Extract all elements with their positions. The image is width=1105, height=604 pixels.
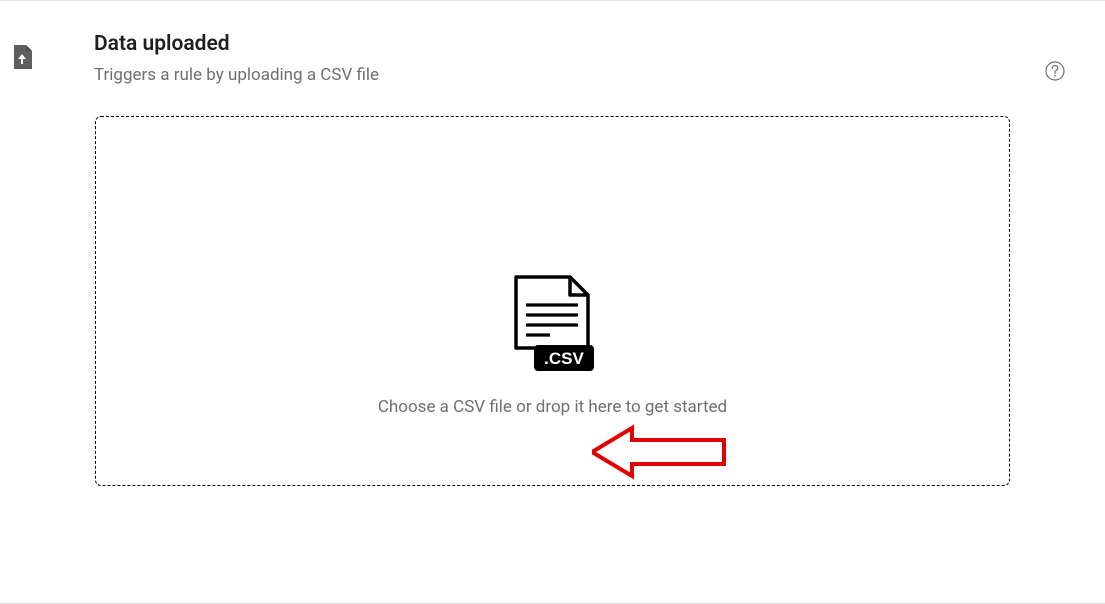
svg-text:.CSV: .CSV (544, 349, 584, 368)
file-upload-icon (12, 45, 32, 69)
help-icon[interactable] (1045, 61, 1065, 81)
page-header: Data uploaded Triggers a rule by uploadi… (0, 1, 1105, 86)
page-subtitle: Triggers a rule by uploading a CSV file (94, 64, 379, 86)
file-drop-area[interactable]: .CSV Choose a CSV file or drop it here t… (95, 116, 1010, 486)
drop-instruction-text: Choose a CSV file or drop it here to get… (378, 397, 727, 417)
title-block: Data uploaded Triggers a rule by uploadi… (94, 31, 379, 86)
page-title: Data uploaded (94, 31, 379, 58)
header-left-group: Data uploaded Triggers a rule by uploadi… (12, 31, 1045, 86)
csv-file-icon: .CSV (508, 275, 598, 375)
